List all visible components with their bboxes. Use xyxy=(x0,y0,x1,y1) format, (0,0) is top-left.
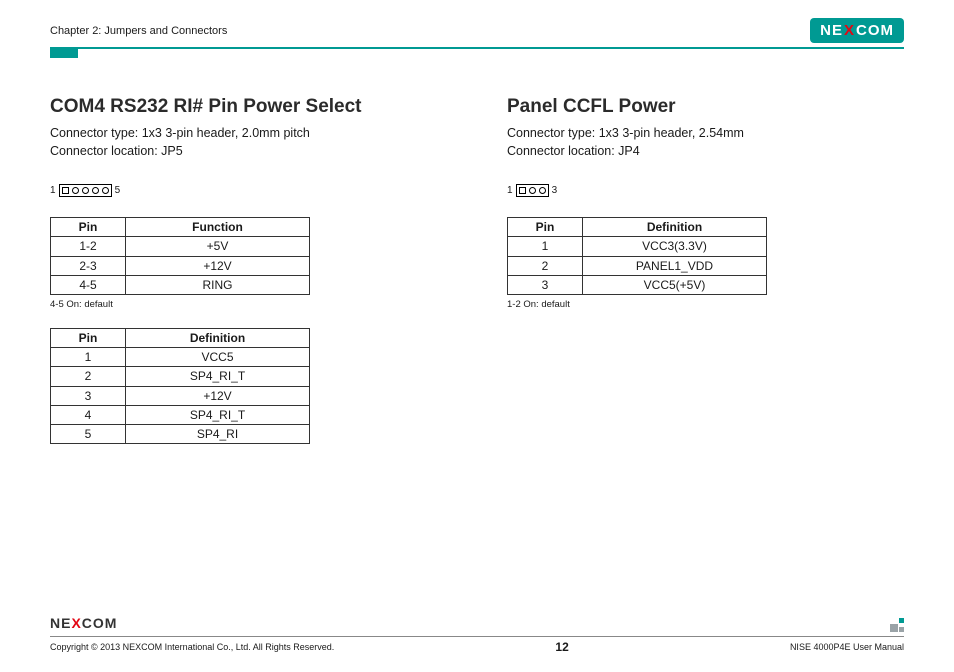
table-cell: SP4_RI_T xyxy=(126,405,310,424)
table-cell: +12V xyxy=(126,386,310,405)
table-row: 5SP4_RI xyxy=(51,424,310,443)
right-column: Panel CCFL Power Connector type: 1x3 3-p… xyxy=(507,96,904,448)
table-cell: +12V xyxy=(126,256,310,275)
jumper-right-label: 3 xyxy=(552,185,558,196)
jumper-left-label: 1 xyxy=(507,185,513,196)
table-row: 2PANEL1_VDD xyxy=(508,256,767,275)
table-cell: VCC5 xyxy=(126,348,310,367)
right-desc-line1: Connector type: 1x3 3-pin header, 2.54mm xyxy=(507,124,904,142)
right-jumper-diagram: 1 3 xyxy=(507,184,557,197)
table-header: Pin xyxy=(508,218,583,237)
pin-icon xyxy=(102,187,109,194)
right-section-title: Panel CCFL Power xyxy=(507,96,904,118)
table-row: 3+12V xyxy=(51,386,310,405)
left-desc-line1: Connector type: 1x3 3-pin header, 2.0mm … xyxy=(50,124,447,142)
left-function-note: 4-5 On: default xyxy=(50,299,447,310)
pin-icon xyxy=(529,187,536,194)
footer-logo-part2: COM xyxy=(82,615,118,631)
table-cell: VCC3(3.3V) xyxy=(583,237,767,256)
table-header: Function xyxy=(126,218,310,237)
manual-name: NISE 4000P4E User Manual xyxy=(790,642,904,652)
table-header: Pin xyxy=(51,329,126,348)
right-definition-table-body: 1VCC3(3.3V)2PANEL1_VDD3VCC5(+5V) xyxy=(508,237,767,295)
pin-1-icon xyxy=(519,187,526,194)
page-footer: NEXCOM Copyright © 2013 NEXCOM Internati… xyxy=(50,615,904,654)
logo-part2: COM xyxy=(856,22,894,39)
left-function-table: Pin Function 1-2+5V2-3+12V4-5RING xyxy=(50,217,310,295)
table-cell: SP4_RI_T xyxy=(126,367,310,386)
left-section-title: COM4 RS232 RI# Pin Power Select xyxy=(50,96,447,118)
main-content: COM4 RS232 RI# Pin Power Select Connecto… xyxy=(50,96,904,448)
table-row: 4-5RING xyxy=(51,275,310,294)
table-cell: 2 xyxy=(508,256,583,275)
table-row: 1VCC5 xyxy=(51,348,310,367)
right-definition-note: 1-2 On: default xyxy=(507,299,904,310)
table-cell: SP4_RI xyxy=(126,424,310,443)
table-cell: RING xyxy=(126,275,310,294)
table-cell: 1 xyxy=(508,237,583,256)
right-definition-table: Pin Definition 1VCC3(3.3V)2PANEL1_VDD3VC… xyxy=(507,217,767,295)
table-header: Definition xyxy=(126,329,310,348)
jumper-left-label: 1 xyxy=(50,185,56,196)
table-row: 3VCC5(+5V) xyxy=(508,275,767,294)
table-cell: 1 xyxy=(51,348,126,367)
jumper-box xyxy=(516,184,549,197)
table-cell: 2 xyxy=(51,367,126,386)
logo-x: X xyxy=(843,22,856,39)
header-bar: Chapter 2: Jumpers and Connectors NEXCOM xyxy=(50,18,904,49)
left-desc-line2: Connector location: JP5 xyxy=(50,142,447,160)
table-cell: 5 xyxy=(51,424,126,443)
pin-icon xyxy=(92,187,99,194)
page-number: 12 xyxy=(555,640,568,654)
chapter-title: Chapter 2: Jumpers and Connectors xyxy=(50,25,227,37)
table-row: 1VCC3(3.3V) xyxy=(508,237,767,256)
footer-logo-part1: NE xyxy=(50,615,71,631)
table-row: 2SP4_RI_T xyxy=(51,367,310,386)
table-header: Definition xyxy=(583,218,767,237)
table-cell: 4-5 xyxy=(51,275,126,294)
left-column: COM4 RS232 RI# Pin Power Select Connecto… xyxy=(50,96,447,448)
footer-logo-x: X xyxy=(71,615,81,631)
pin-icon xyxy=(539,187,546,194)
table-cell: 3 xyxy=(508,275,583,294)
jumper-box xyxy=(59,184,112,197)
table-cell: PANEL1_VDD xyxy=(583,256,767,275)
table-cell: 3 xyxy=(51,386,126,405)
pin-icon xyxy=(82,187,89,194)
left-definition-table: Pin Definition 1VCC52SP4_RI_T3+12V4SP4_R… xyxy=(50,328,310,444)
pin-1-icon xyxy=(62,187,69,194)
table-row: 2-3+12V xyxy=(51,256,310,275)
pin-icon xyxy=(72,187,79,194)
footer-logo: NEXCOM xyxy=(50,615,117,631)
header-accent-tab xyxy=(50,48,78,58)
left-function-table-body: 1-2+5V2-3+12V4-5RING xyxy=(51,237,310,295)
table-row: 1-2+5V xyxy=(51,237,310,256)
table-cell: 2-3 xyxy=(51,256,126,275)
logo-part1: NE xyxy=(820,22,843,39)
table-row: 4SP4_RI_T xyxy=(51,405,310,424)
left-definition-table-body: 1VCC52SP4_RI_T3+12V4SP4_RI_T5SP4_RI xyxy=(51,348,310,444)
table-header: Pin xyxy=(51,218,126,237)
table-cell: VCC5(+5V) xyxy=(583,275,767,294)
right-desc-line2: Connector location: JP4 xyxy=(507,142,904,160)
table-cell: 1-2 xyxy=(51,237,126,256)
left-jumper-diagram: 1 5 xyxy=(50,184,120,197)
copyright-text: Copyright © 2013 NEXCOM International Co… xyxy=(50,642,334,652)
table-cell: +5V xyxy=(126,237,310,256)
jumper-right-label: 5 xyxy=(115,185,121,196)
table-cell: 4 xyxy=(51,405,126,424)
brand-logo: NEXCOM xyxy=(810,18,904,43)
